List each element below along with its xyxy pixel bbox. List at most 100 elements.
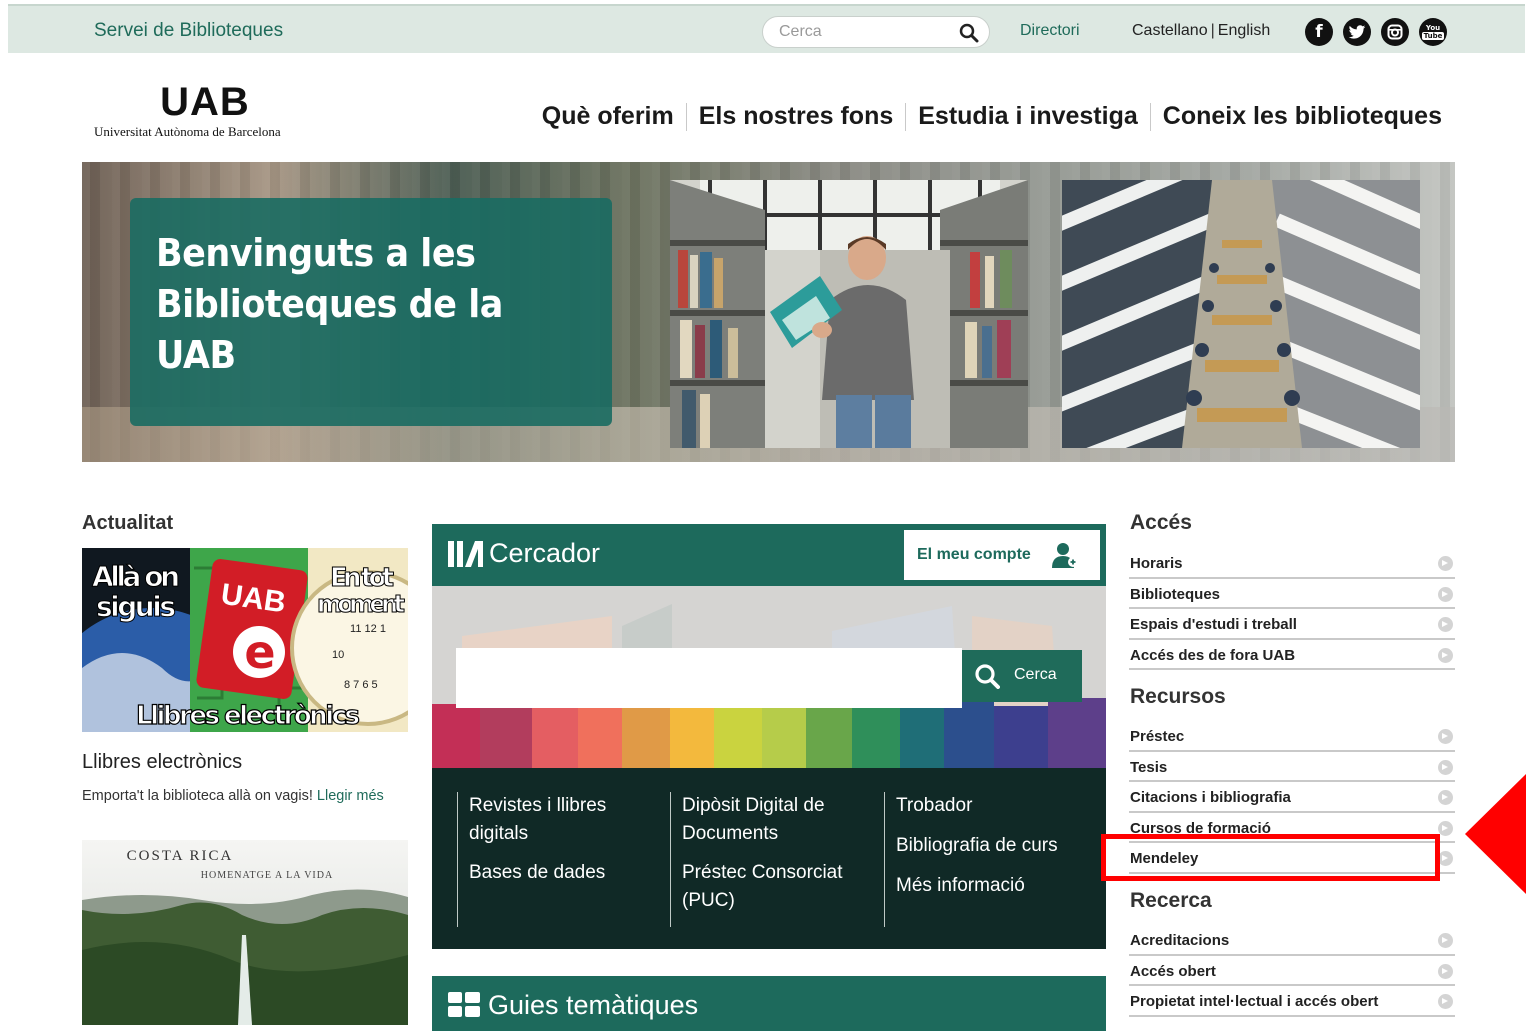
twitter-icon[interactable] [1343, 18, 1371, 46]
sidebar-item-label: Horaris [1130, 555, 1183, 572]
costa-rica-subtitle: HOMENATGE A LA VIDA [201, 870, 333, 881]
sidebar-item-prestec[interactable]: Préstec [1129, 721, 1455, 752]
chevron-right-icon [1438, 729, 1453, 744]
news-section-title: Actualitat [82, 512, 174, 534]
sidebar-item-label: Préstec [1130, 728, 1185, 745]
grid-icon [448, 992, 480, 1017]
sidebar-item-espais-estudi[interactable]: Espais d'estudi i treball [1129, 609, 1455, 640]
site-name-link[interactable]: Servei de Biblioteques [94, 20, 283, 42]
chevron-right-icon [1438, 647, 1453, 663]
ebooks-text-left-top: Allà on [92, 560, 180, 593]
link-bases-de-dades[interactable]: Bases de dades [469, 859, 647, 887]
nav-coneix-les-biblioteques[interactable]: Coneix les biblioteques [1151, 100, 1454, 133]
sidebar-item-biblioteques[interactable]: Biblioteques [1129, 579, 1455, 609]
welcome-card: Benvinguts a les Biblioteques de la UAB [130, 198, 612, 426]
highlight-box-mendeley [1101, 834, 1440, 881]
acces-list: Horaris Biblioteques Espais d'estudi i t… [1129, 548, 1455, 670]
link-revistes-llibres-digitals[interactable]: Revistes i llibres digitals [469, 792, 647, 848]
cercador-header: Cercador El meu compte [432, 524, 1106, 586]
catalog-search-button[interactable]: Cerca [962, 650, 1082, 702]
twitter-bird-glyph [1348, 24, 1366, 39]
svg-text:8 7 6 5: 8 7 6 5 [344, 679, 378, 691]
facebook-glyph: f [1315, 22, 1323, 42]
sidebar-item-label: Accés des de fora UAB [1130, 646, 1296, 664]
costa-rica-news-image[interactable]: COSTA RICA HOMENATGE A LA VIDA [82, 840, 408, 1025]
ebooks-text-right-top: En tot [330, 563, 394, 593]
recerca-heading: Recerca [1130, 889, 1212, 912]
sidebar-item-horaris[interactable]: Horaris [1129, 548, 1455, 579]
nav-que-oferim[interactable]: Què oferim [530, 100, 686, 133]
cercador-panel: Cercador El meu compte Cerca Revistes i … [432, 524, 1106, 949]
main-nav: Què oferim Els nostres fons Estudia i in… [530, 100, 1454, 133]
recerca-list: Acreditacions Accés obert Propietat inte… [1129, 925, 1455, 1017]
link-trobador[interactable]: Trobador [896, 792, 1084, 820]
student-photo-illustration [670, 180, 1028, 448]
user-add-icon [1052, 543, 1078, 568]
sidebar-item-label: Biblioteques [1130, 585, 1221, 603]
catalog-search-input[interactable] [456, 648, 962, 708]
language-switcher: Castellano | English [1132, 22, 1270, 40]
chevron-right-icon [1438, 759, 1453, 775]
link-mes-informacio[interactable]: Més informació [896, 872, 1084, 900]
welcome-heading: Benvinguts a les Biblioteques de la UAB [156, 228, 561, 381]
top-search-box[interactable] [762, 16, 990, 48]
search-icon[interactable] [959, 23, 979, 43]
directory-link[interactable]: Directori [1020, 22, 1080, 40]
chevron-right-icon [1438, 933, 1453, 948]
sidebar-item-tesis[interactable]: Tesis [1129, 752, 1455, 782]
cercador-logo-icon [448, 541, 483, 567]
sidebar-item-label: Espais d'estudi i treball [1130, 616, 1297, 633]
cercador-quick-links: Revistes i llibres digitals Bases de dad… [432, 768, 1106, 949]
nav-estudia-i-investiga[interactable]: Estudia i investiga [906, 100, 1150, 133]
uab-logo[interactable]: UAB Universitat Autònoma de Barcelona [94, 80, 324, 140]
sidebar-item-label: Acreditacions [1130, 932, 1230, 949]
sidebar-item-acreditacions[interactable]: Acreditacions [1129, 925, 1455, 956]
ebooks-text-center-letter: e [244, 625, 275, 679]
svg-text:11 12 1: 11 12 1 [350, 623, 386, 635]
guies-tematiques-panel[interactable]: Guies temàtiques [432, 976, 1106, 1031]
sidebar-item-label: Propietat intel·lectual i accés obert [1130, 993, 1379, 1010]
my-account-button[interactable]: El meu compte [904, 530, 1100, 580]
sidebar-item-propietat-intellectual[interactable]: Propietat intel·lectual i accés obert [1129, 986, 1455, 1017]
search-icon [975, 664, 1000, 689]
youtube-icon[interactable]: You Tube [1419, 18, 1447, 46]
social-links: f You Tube [1305, 18, 1447, 46]
highlight-arrow-pointer [1465, 773, 1526, 895]
sidebar-item-label: Accés obert [1130, 962, 1216, 980]
catalog-search-label: Cerca [1014, 666, 1057, 683]
study-room-illustration [1062, 180, 1420, 448]
ebooks-text-right-bottom: moment [317, 590, 405, 618]
sidebar-item-citacions[interactable]: Citacions i bibliografia [1129, 782, 1455, 813]
ebooks-illustration: 11 12 1 10 8 7 6 5 Allà on siguis UAB e … [82, 548, 408, 732]
chevron-right-icon [1438, 820, 1453, 836]
link-prestec-consorciat[interactable]: Préstec Consorciat (PUC) [682, 859, 870, 915]
link-diposit-digital[interactable]: Dipòsit Digital de Documents [682, 792, 870, 848]
sidebar-item-acces-fora-uab[interactable]: Accés des de fora UAB [1129, 640, 1455, 670]
instagram-icon[interactable] [1381, 18, 1409, 46]
welcome-line-2: Biblioteques de la UAB [156, 282, 503, 377]
costa-rica-illustration: COSTA RICA HOMENATGE A LA VIDA [82, 840, 408, 1025]
ebooks-news-image[interactable]: 11 12 1 10 8 7 6 5 Allà on siguis UAB e … [82, 548, 408, 732]
top-search-input[interactable] [779, 22, 949, 42]
chevron-right-icon [1438, 790, 1453, 805]
sidebar-item-label: Tesis [1130, 758, 1168, 776]
acces-heading: Accés [1130, 511, 1192, 534]
quick-links-column-1: Revistes i llibres digitals Bases de dad… [457, 792, 647, 927]
study-room-photo [1062, 180, 1420, 448]
link-bibliografia-de-curs[interactable]: Bibliografia de curs [896, 832, 1084, 860]
recursos-heading: Recursos [1130, 685, 1226, 708]
uab-logo-mark: UAB [160, 80, 250, 124]
svg-text:10: 10 [332, 649, 344, 661]
youtube-label-top: You [1425, 24, 1441, 32]
facebook-icon[interactable]: f [1305, 18, 1333, 46]
lang-castellano-link[interactable]: Castellano [1132, 22, 1208, 39]
chevron-right-icon [1438, 851, 1453, 866]
read-more-link[interactable]: Llegir més [317, 788, 384, 804]
lang-separator: | [1210, 22, 1215, 39]
news-item-title[interactable]: Llibres electrònics [82, 751, 242, 774]
student-at-shelves-photo [670, 180, 1028, 448]
nav-els-nostres-fons[interactable]: Els nostres fons [687, 100, 906, 133]
lang-english-link[interactable]: English [1218, 22, 1270, 39]
chevron-right-icon [1438, 586, 1453, 602]
sidebar-item-acces-obert[interactable]: Accés obert [1129, 956, 1455, 986]
